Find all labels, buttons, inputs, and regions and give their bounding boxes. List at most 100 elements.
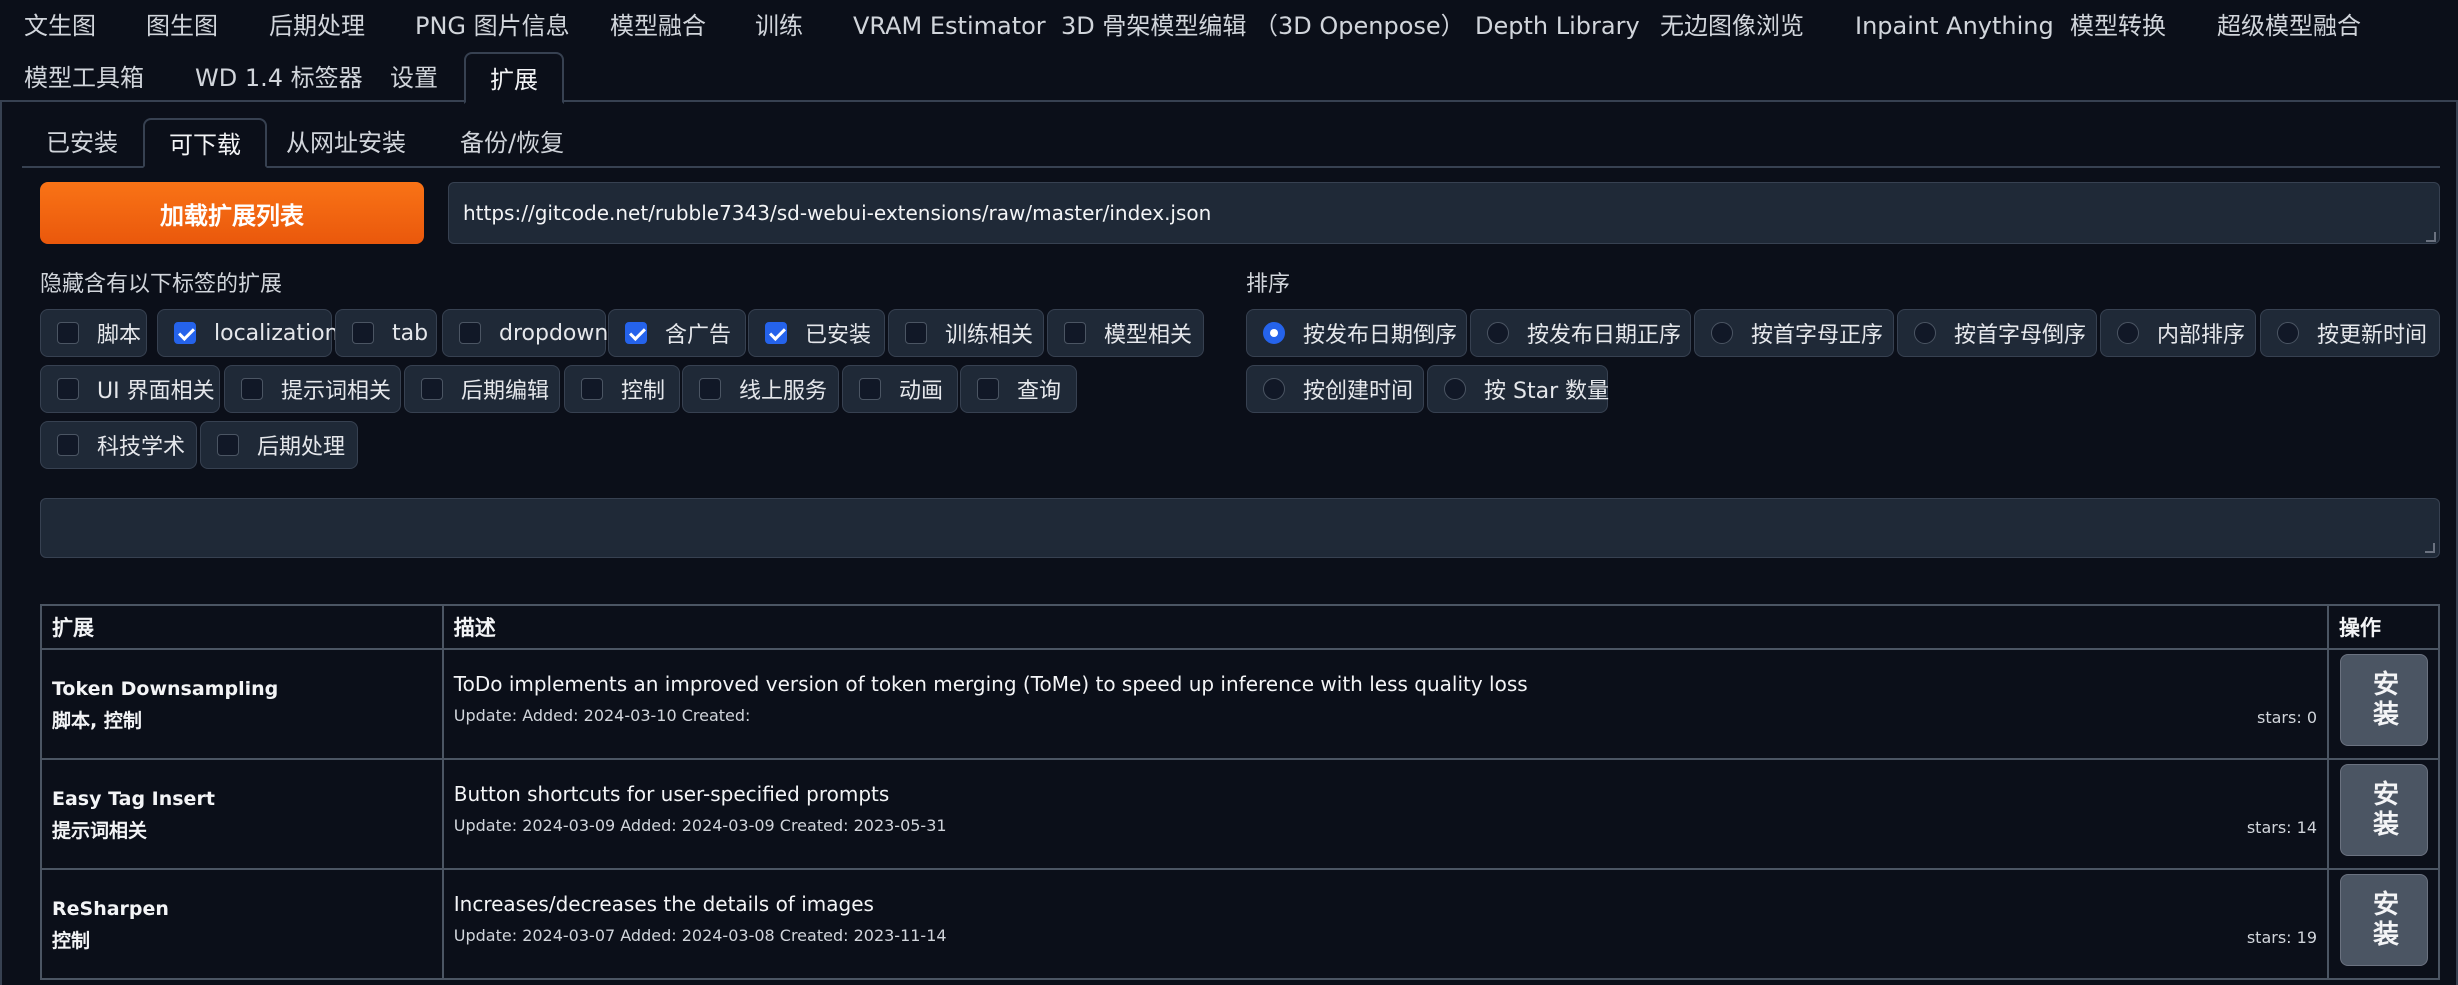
checkbox-icon[interactable] xyxy=(459,322,481,344)
filter-tag-online[interactable]: 线上服务 xyxy=(682,365,839,413)
install-button[interactable]: 安装 xyxy=(2339,764,2428,856)
checkbox-icon[interactable] xyxy=(241,378,263,400)
filter-tag-label: 含广告 xyxy=(665,323,732,348)
extension-cell: Token Downsampling 脚本, 控制 xyxy=(40,648,444,760)
radio-icon[interactable] xyxy=(2277,322,2299,344)
radio-icon[interactable] xyxy=(2117,322,2139,344)
sort-update-time[interactable]: 按更新时间 xyxy=(2260,309,2440,357)
checkbox-icon[interactable] xyxy=(581,378,603,400)
tab-extensions[interactable]: 扩展 xyxy=(464,52,564,104)
tab-wd14-tagger[interactable]: WD 1.4 标签器 xyxy=(171,52,387,104)
load-extension-list-button[interactable]: 加载扩展列表 xyxy=(40,182,424,244)
table-row: Token Downsampling 脚本, 控制 ToDo implement… xyxy=(40,648,2440,760)
checkbox-icon[interactable] xyxy=(57,434,79,456)
install-button[interactable]: 安装 xyxy=(2339,654,2428,746)
checkbox-checked-icon[interactable] xyxy=(625,322,647,344)
filter-tag-editing[interactable]: 后期编辑 xyxy=(404,365,560,413)
filter-tag-installed[interactable]: 已安装 xyxy=(748,309,885,357)
filter-tag-label: 后期编辑 xyxy=(461,379,550,404)
tab-checkpoint-merger[interactable]: 模型融合 xyxy=(586,0,730,52)
checkbox-icon[interactable] xyxy=(57,322,79,344)
filter-tag-training[interactable]: 训练相关 xyxy=(888,309,1044,357)
filter-tag-query[interactable]: 查询 xyxy=(960,365,1077,413)
tab-installed[interactable]: 已安装 xyxy=(22,118,142,168)
extension-stars: stars: 14 xyxy=(2246,818,2317,837)
install-button[interactable]: 安装 xyxy=(2339,874,2428,966)
table-row: ReSharpen 控制 Increases/decreases the det… xyxy=(40,868,2440,980)
description-cell: Increases/decreases the details of image… xyxy=(441,868,2330,980)
extension-search-input[interactable] xyxy=(40,498,2440,558)
action-cell: 安装 xyxy=(2327,648,2440,760)
main-tab-bar: 文生图 图生图 后期处理 PNG 图片信息 模型融合 训练 VRAM Estim… xyxy=(0,0,2458,104)
radio-icon[interactable] xyxy=(1444,378,1466,400)
tab-supermerger[interactable]: 超级模型融合 xyxy=(2193,0,2385,52)
tab-inpaint-anything[interactable]: Inpaint Anything xyxy=(1831,0,2078,52)
extension-stars: stars: 19 xyxy=(2246,928,2317,947)
radio-icon[interactable] xyxy=(1487,322,1509,344)
filter-tag-ui[interactable]: UI 界面相关 xyxy=(40,365,220,413)
tab-txt2img[interactable]: 文生图 xyxy=(0,0,120,52)
extension-tags: 脚本, 控制 xyxy=(52,710,142,732)
sort-internal-order[interactable]: 内部排序 xyxy=(2100,309,2256,357)
extension-dates: Update: 2024-03-07 Added: 2024-03-08 Cre… xyxy=(453,926,947,945)
checkbox-icon[interactable] xyxy=(859,378,881,400)
filter-tag-localization[interactable]: localization xyxy=(157,309,339,357)
tab-infinite-image-browsing[interactable]: 无边图像浏览 xyxy=(1636,0,1828,52)
extension-name-link[interactable]: Token Downsampling xyxy=(52,678,442,700)
tab-install-from-url[interactable]: 从网址安装 xyxy=(262,118,430,168)
sort-create-time[interactable]: 按创建时间 xyxy=(1246,365,1424,413)
filter-tag-label: 已安装 xyxy=(805,323,872,348)
filter-tag-dropdown[interactable]: dropdown xyxy=(442,309,608,357)
filter-tag-label: tab xyxy=(392,320,429,346)
tab-3d-openpose[interactable]: 3D 骨架模型编辑 （3D Openpose） xyxy=(1037,0,1489,52)
filter-tag-label: 训练相关 xyxy=(945,323,1034,348)
filter-tag-tab[interactable]: tab xyxy=(335,309,437,357)
radio-icon[interactable] xyxy=(1711,322,1733,344)
radio-selected-icon[interactable] xyxy=(1263,322,1285,344)
filter-tag-manipulations[interactable]: 控制 xyxy=(564,365,680,413)
tab-vram-estimator[interactable]: VRAM Estimator xyxy=(829,0,1070,52)
checkbox-icon[interactable] xyxy=(57,378,79,400)
resize-handle-icon[interactable] xyxy=(2426,232,2436,242)
radio-icon[interactable] xyxy=(1263,378,1285,400)
checkbox-icon[interactable] xyxy=(217,434,239,456)
filter-tag-ads[interactable]: 含广告 xyxy=(608,309,746,357)
checkbox-checked-icon[interactable] xyxy=(174,322,196,344)
checkbox-checked-icon[interactable] xyxy=(765,322,787,344)
filter-tag-script[interactable]: 脚本 xyxy=(40,309,147,357)
extension-stars: stars: 0 xyxy=(2257,708,2317,727)
tab-model-toolkit[interactable]: 模型工具箱 xyxy=(0,52,168,104)
tab-settings[interactable]: 设置 xyxy=(366,52,462,104)
sort-stars[interactable]: 按 Star 数量 xyxy=(1427,365,1609,413)
sort-oldest-first[interactable]: 按发布日期正序 xyxy=(1470,309,1691,357)
tab-model-converter[interactable]: 模型转换 xyxy=(2046,0,2190,52)
filter-tag-science[interactable]: 科技学术 xyxy=(40,421,197,469)
sort-option-label: 按发布日期倒序 xyxy=(1303,323,1458,348)
sort-z-a[interactable]: 按首字母倒序 xyxy=(1897,309,2097,357)
tab-png-info[interactable]: PNG 图片信息 xyxy=(391,0,594,52)
extension-index-url-input[interactable]: https://gitcode.net/rubble7343/sd-webui-… xyxy=(448,182,2440,244)
filter-tag-prompting[interactable]: 提示词相关 xyxy=(224,365,401,413)
extensions-panel: 已安装 可下载 从网址安装 备份/恢复 加载扩展列表 https://gitco… xyxy=(0,102,2458,985)
checkbox-icon[interactable] xyxy=(977,378,999,400)
checkbox-icon[interactable] xyxy=(352,322,374,344)
checkbox-icon[interactable] xyxy=(1064,322,1086,344)
tab-train[interactable]: 训练 xyxy=(731,0,827,52)
checkbox-icon[interactable] xyxy=(905,322,927,344)
filter-tag-postprocessing[interactable]: 后期处理 xyxy=(200,421,358,469)
tab-available[interactable]: 可下载 xyxy=(143,118,267,168)
resize-handle-icon[interactable] xyxy=(2425,543,2435,553)
radio-icon[interactable] xyxy=(1914,322,1936,344)
tab-extras[interactable]: 后期处理 xyxy=(245,0,389,52)
extension-name-link[interactable]: ReSharpen xyxy=(52,898,442,920)
tab-backup-restore[interactable]: 备份/恢复 xyxy=(436,118,588,168)
filter-tag-animation[interactable]: 动画 xyxy=(842,365,958,413)
extension-name-link[interactable]: Easy Tag Insert xyxy=(52,788,442,810)
checkbox-icon[interactable] xyxy=(699,378,721,400)
sort-a-z[interactable]: 按首字母正序 xyxy=(1694,309,1894,357)
filter-tag-models[interactable]: 模型相关 xyxy=(1047,309,1204,357)
tab-depth-library[interactable]: Depth Library xyxy=(1451,0,1664,52)
sort-newest-first[interactable]: 按发布日期倒序 xyxy=(1246,309,1467,357)
checkbox-icon[interactable] xyxy=(421,378,443,400)
tab-img2img[interactable]: 图生图 xyxy=(122,0,242,52)
